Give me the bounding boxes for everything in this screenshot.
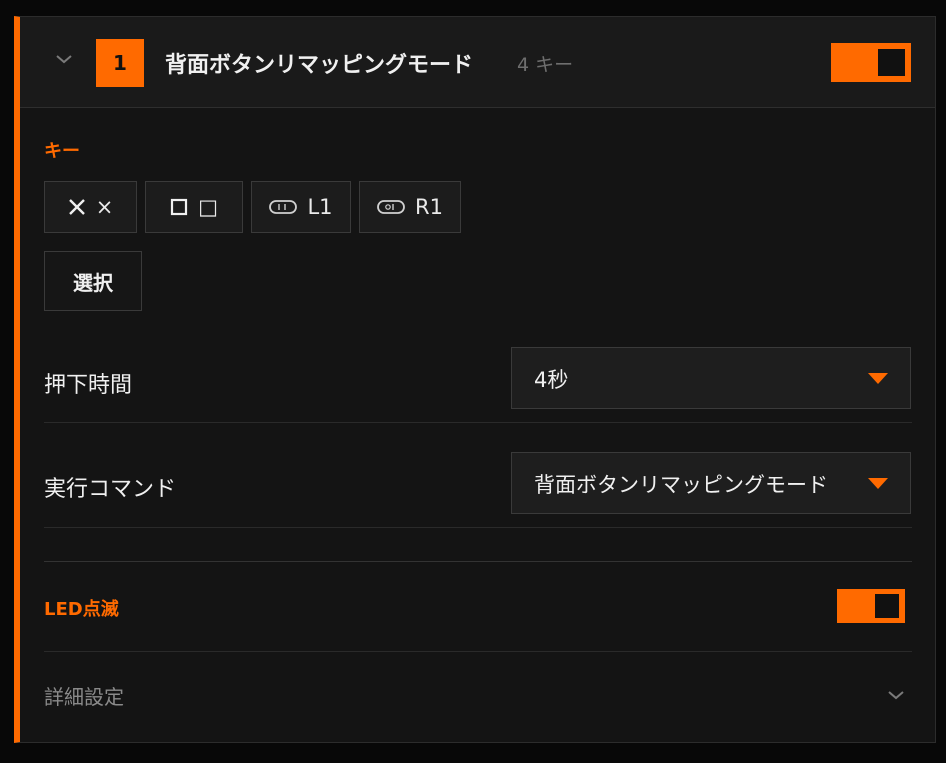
square-icon (170, 198, 188, 216)
select-keys-button[interactable]: 選択 (44, 251, 142, 311)
key-chip-label: × (95, 195, 114, 219)
key-chip-r1[interactable]: R1 (359, 181, 461, 233)
command-label: 実行コマンド (44, 477, 177, 502)
key-chip-cross[interactable]: × (44, 181, 137, 233)
dropdown-arrow-icon (868, 373, 888, 384)
divider (44, 422, 912, 423)
command-value: 背面ボタンリマッピングモード (534, 473, 828, 497)
key-chip-label: □ (198, 195, 218, 219)
divider (44, 651, 912, 652)
command-dropdown[interactable]: 背面ボタンリマッピングモード (511, 452, 911, 514)
section-divider (44, 561, 912, 562)
press-time-value: 4秒 (534, 368, 569, 392)
press-time-label: 押下時間 (44, 373, 133, 398)
mode-card: 1 背面ボタンリマッピングモード 4 キー キー × □ L1 R1 選択 押下… (14, 16, 936, 743)
led-blink-toggle[interactable] (837, 589, 905, 623)
key-chip-l1[interactable]: L1 (251, 181, 351, 233)
chevron-down-icon[interactable] (54, 49, 74, 69)
advanced-settings-label[interactable]: 詳細設定 (44, 681, 124, 710)
mode-header[interactable]: 1 背面ボタンリマッピングモード 4 キー (20, 17, 935, 108)
toggle-knob (875, 594, 899, 618)
key-chip-label: R1 (415, 195, 443, 219)
mode-title: 背面ボタンリマッピングモード (165, 53, 474, 78)
key-count: 4 キー (517, 54, 574, 76)
keys-section-label: キー (44, 141, 80, 162)
toggle-knob (878, 49, 905, 76)
mode-number-badge: 1 (96, 39, 144, 87)
key-chip-square[interactable]: □ (145, 181, 243, 233)
dropdown-arrow-icon (868, 478, 888, 489)
led-blink-label: LED点滅 (44, 599, 119, 620)
divider (44, 527, 912, 528)
cross-icon (68, 198, 86, 216)
l1-bumper-icon (269, 200, 298, 214)
press-time-dropdown[interactable]: 4秒 (511, 347, 911, 409)
r1-bumper-icon (377, 200, 405, 214)
chevron-down-icon[interactable] (886, 685, 906, 705)
key-chip-label: L1 (307, 195, 333, 219)
mode-enable-toggle[interactable] (831, 43, 911, 82)
